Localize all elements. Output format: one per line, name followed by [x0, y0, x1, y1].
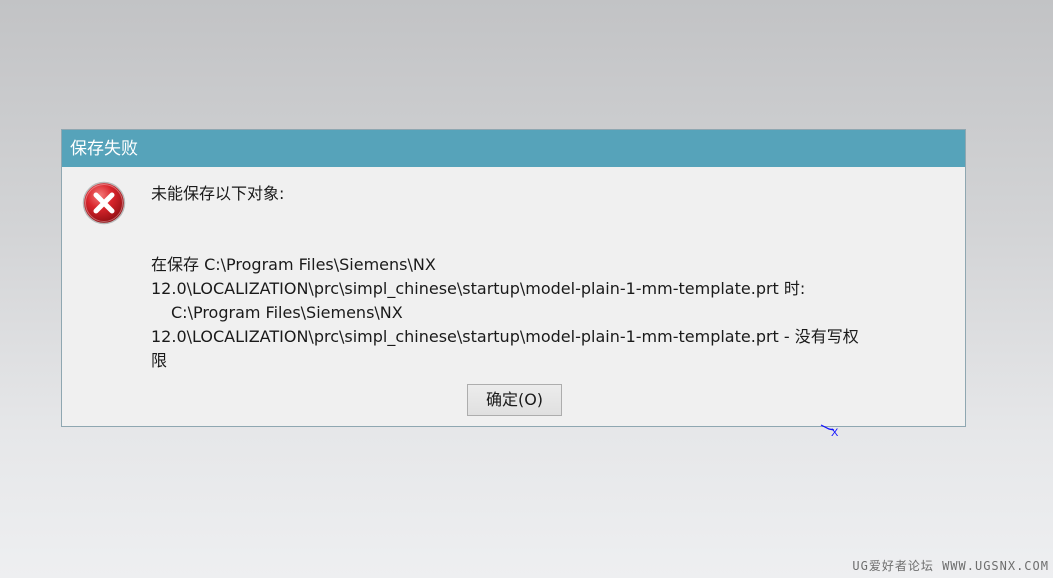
watermark: UG爱好者论坛 WWW.UGSNX.COM: [852, 559, 1049, 573]
message-line: 12.0\LOCALIZATION\prc\simpl_chinese\star…: [151, 279, 806, 298]
dialog-title: 保存失败: [62, 130, 965, 167]
message-line: 在保存 C:\Program Files\Siemens\NX: [151, 255, 436, 274]
axis-triad-icon: X: [820, 424, 839, 439]
message-body: 在保存 C:\Program Files\Siemens\NX 12.0\LOC…: [151, 253, 951, 373]
message-heading: 未能保存以下对象:: [151, 184, 285, 203]
error-icon: [82, 181, 126, 225]
message-line: 12.0\LOCALIZATION\prc\simpl_chinese\star…: [151, 327, 859, 346]
save-failed-dialog: 保存失败 未能保存以下对象: 在保存 C:\Program Files\Siem…: [61, 129, 966, 427]
ok-button[interactable]: 确定(O): [467, 384, 562, 416]
message-line: C:\Program Files\Siemens\NX: [171, 303, 403, 322]
axis-x-label: X: [831, 427, 839, 439]
message-line: 限: [151, 351, 168, 370]
